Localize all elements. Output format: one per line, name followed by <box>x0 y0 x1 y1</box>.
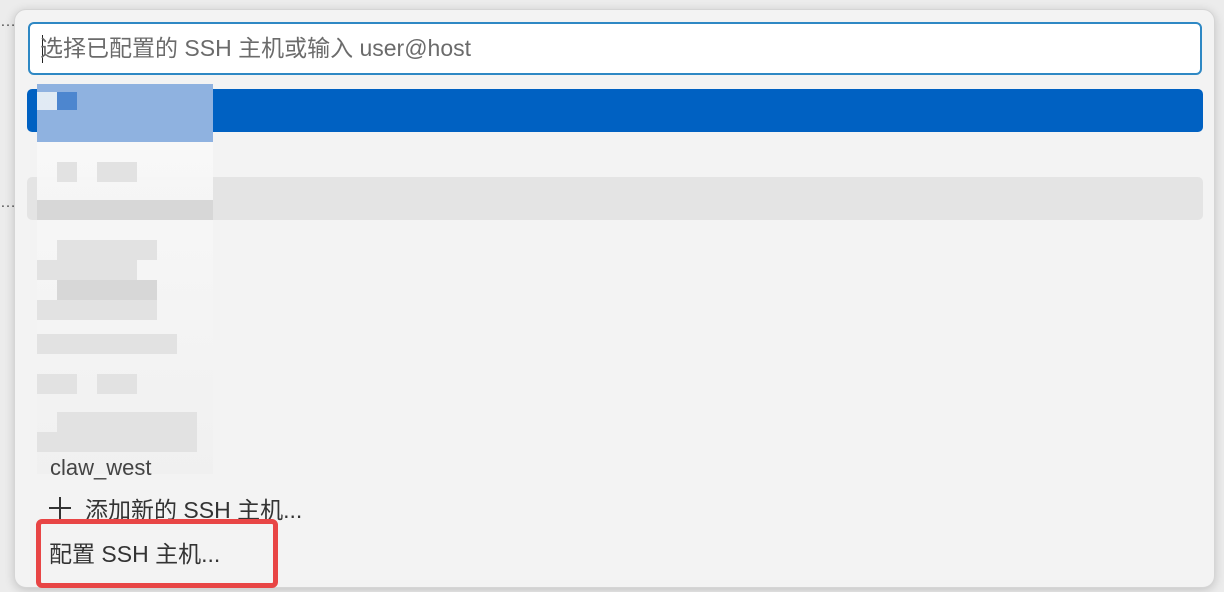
configure-ssh-hosts-item[interactable]: 配置 SSH 主机... <box>37 532 537 572</box>
configure-ssh-hosts-label: 配置 SSH 主机... <box>49 541 221 567</box>
redacted-host-list <box>37 84 213 474</box>
add-new-ssh-host-label: 添加新的 SSH 主机... <box>85 497 303 523</box>
host-label: claw_west <box>50 455 152 480</box>
ssh-host-quick-pick: claw_west 添加新的 SSH 主机... 配置 SSH 主机... <box>14 9 1215 588</box>
plus-icon <box>49 497 71 519</box>
host-search-input[interactable] <box>40 24 1180 73</box>
add-new-ssh-host-item[interactable]: 添加新的 SSH 主机... <box>37 488 537 528</box>
host-search-box[interactable] <box>28 22 1202 75</box>
